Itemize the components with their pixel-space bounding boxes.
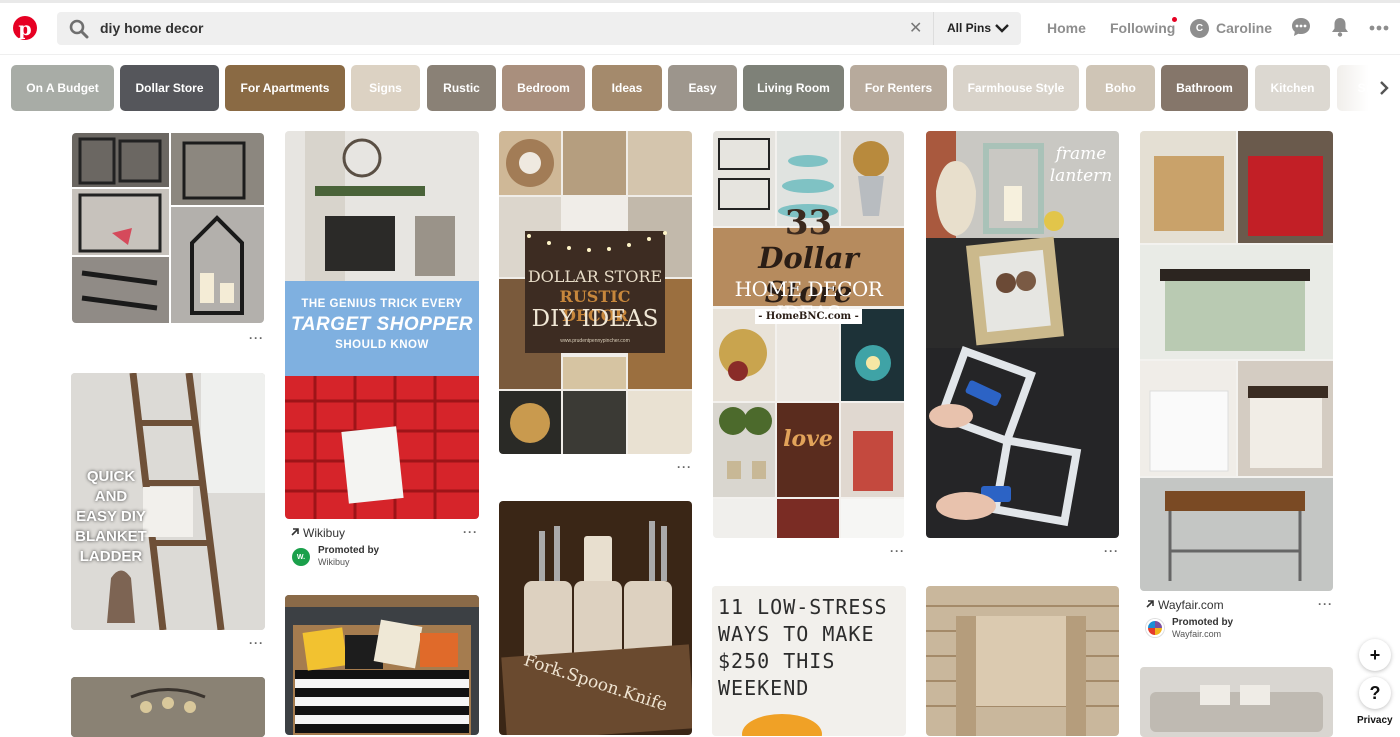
advertiser-avatar[interactable]: W. (292, 548, 310, 566)
related-searches-bar: On A Budget Dollar Store For Apartments … (0, 65, 1400, 111)
chip-boho[interactable]: Boho (1086, 65, 1155, 111)
pin-frame-lantern[interactable]: frame lantern (926, 131, 1119, 538)
chip-dollar-store[interactable]: Dollar Store (120, 65, 219, 111)
chevron-down-icon[interactable] (994, 21, 1010, 35)
pin-overlay-text: QUICK AND EASY DIY BLANKET LADDER (75, 468, 147, 565)
advertiser-name[interactable]: Wayfair.com (1172, 629, 1221, 639)
top-header: p diy home decor ✕ All Pins Home Followi… (0, 3, 1400, 55)
pin-kitchen-islands[interactable] (1140, 131, 1333, 591)
chip-living-room[interactable]: Living Room (743, 65, 844, 111)
nav-profile[interactable]: Caroline (1216, 20, 1272, 36)
pin-more-button[interactable]: ··· (1318, 597, 1333, 611)
pin-more-button[interactable]: ··· (890, 544, 905, 558)
pin-striped-daybed[interactable] (285, 595, 479, 735)
pin-overlay-text: 11 LOW-STRESS WAYS TO MAKE $250 THIS WEE… (718, 595, 888, 700)
chip-signs[interactable]: Signs (351, 65, 420, 111)
pin-target-shopper[interactable]: THE GENIUS TRICK EVERY TARGET SHOPPER SH… (285, 131, 479, 519)
pin-overlay-text: 33 (784, 203, 833, 243)
pin-more-button[interactable]: ··· (1104, 544, 1119, 558)
chip-kitchen[interactable]: Kitchen (1255, 65, 1330, 111)
pin-overlay-url: www.prudentpennypincher.com (560, 338, 630, 344)
chevron-right-icon[interactable] (1378, 80, 1390, 96)
pin-mason-jar-caddy[interactable]: Fork.Spoon.Knife (499, 501, 692, 735)
promoted-label: Promoted by (1172, 617, 1234, 628)
chip-for-apartments[interactable]: For Apartments (225, 65, 345, 111)
pin-overlay-text: DIY IDEAS (531, 306, 659, 332)
chip-for-renters[interactable]: For Renters (850, 65, 947, 111)
pin-overlay-text: SHOULD KNOW (335, 339, 429, 351)
pin-chandelier[interactable] (71, 677, 265, 737)
pin-source-link[interactable]: Wayfair.com (1158, 598, 1224, 612)
add-pin-button[interactable]: + (1359, 639, 1391, 671)
pin-overlay-text: love (783, 426, 833, 452)
advertiser-name[interactable]: Wikibuy (318, 557, 350, 567)
search-divider (933, 12, 934, 45)
pin-blanket-ladder[interactable]: QUICK AND EASY DIY BLANKET LADDER (71, 373, 265, 630)
svg-text:p: p (18, 18, 31, 40)
pin-overlay-text: TARGET SHOPPER (291, 314, 473, 335)
pin-more-button[interactable]: ··· (463, 525, 478, 539)
help-button[interactable]: ? (1359, 677, 1391, 709)
chip-farmhouse-style[interactable]: Farmhouse Style (953, 65, 1079, 111)
chip-ideas[interactable]: Ideas (592, 65, 662, 111)
pin-source-link[interactable]: Wikibuy (303, 526, 345, 540)
advertiser-avatar[interactable] (1146, 619, 1164, 637)
search-icon (69, 19, 89, 39)
promoted-label: Promoted by (318, 545, 380, 556)
more-options-icon[interactable] (1369, 25, 1389, 31)
privacy-link[interactable]: Privacy (1357, 715, 1393, 726)
pin-more-button[interactable]: ··· (677, 460, 692, 474)
nav-following[interactable]: Following (1110, 20, 1175, 36)
pin-overlay-text: THE GENIUS TRICK EVERY (301, 298, 463, 310)
chip-easy[interactable]: Easy (668, 65, 737, 111)
pin-33-dollar-store[interactable]: 33 Dollar Store HOME DECOR IDEAS - HomeB… (713, 131, 904, 538)
pin-overlay-text: frame lantern (1049, 144, 1113, 186)
nav-home[interactable]: Home (1047, 20, 1086, 36)
pin-dollar-store-rustic[interactable]: DOLLAR STORE RUSTIC DECOR DIY IDEAS www.… (499, 131, 692, 454)
clear-search-icon[interactable]: ✕ (909, 18, 922, 38)
external-link-arrow-icon (1146, 600, 1154, 608)
pin-more-button[interactable]: ··· (249, 636, 264, 650)
notification-dot (1172, 17, 1177, 22)
chip-on-a-budget[interactable]: On A Budget (11, 65, 114, 111)
notifications-bell-icon[interactable] (1331, 17, 1349, 37)
chip-rustic[interactable]: Rustic (427, 65, 496, 111)
chip-bathroom[interactable]: Bathroom (1161, 65, 1248, 111)
avatar[interactable]: C (1190, 19, 1209, 38)
search-scope-select[interactable]: All Pins (947, 21, 991, 35)
pin-overlay-text: DOLLAR STORE (527, 267, 663, 286)
messages-icon[interactable] (1291, 17, 1311, 37)
pin-overlay-text: - HomeBNC.com - (755, 309, 862, 324)
pin-more-button[interactable]: ··· (249, 331, 264, 345)
chip-bedroom[interactable]: Bedroom (502, 65, 585, 111)
search-input[interactable]: diy home decor (100, 20, 203, 36)
pin-lantern-collage[interactable] (72, 133, 264, 323)
external-link-arrow-icon (291, 528, 299, 536)
pin-low-stress-ways[interactable]: 11 LOW-STRESS WAYS TO MAKE $250 THIS WEE… (712, 586, 906, 736)
pin-pallet-bench[interactable] (926, 586, 1119, 736)
pinterest-logo-icon[interactable]: p (13, 16, 37, 40)
search-bar[interactable]: diy home decor ✕ All Pins (57, 12, 1021, 45)
